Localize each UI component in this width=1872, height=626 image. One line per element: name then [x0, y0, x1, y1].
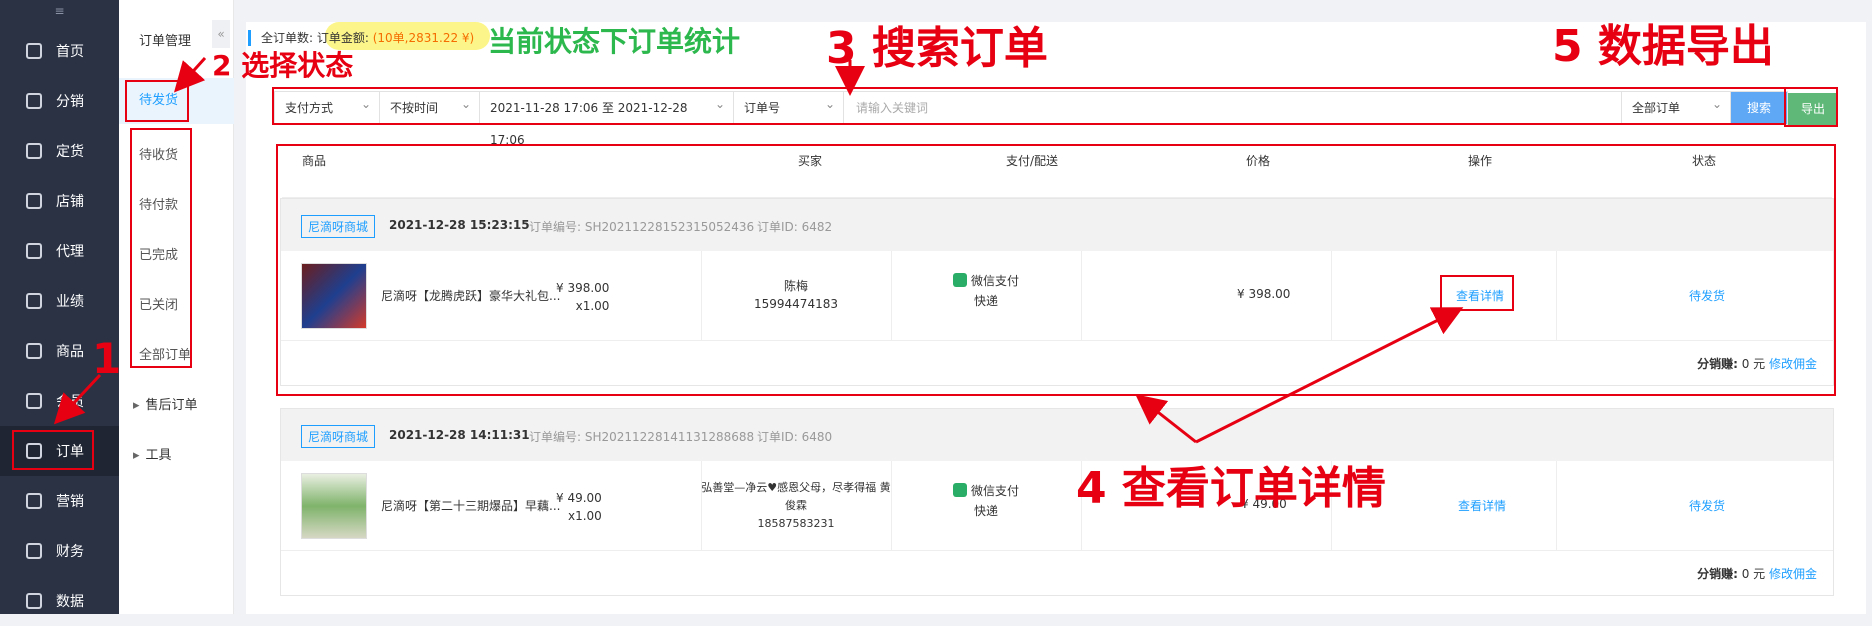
annotation-step-2: 2 选择状态 [212, 49, 354, 82]
annotation-stats-note: 当前状态下订单统计 [488, 25, 741, 58]
arrow-to-view-detail [1195, 307, 1464, 444]
arrow-to-order-list [1135, 394, 1197, 444]
annotation-step-5: 5 数据导出 [1552, 21, 1774, 72]
annotation-arrows [53, 56, 1464, 444]
annotation-step-4: 4 查看订单详情 [1076, 463, 1386, 514]
arrow-to-status [173, 56, 207, 93]
annotation-step-1: 1 [92, 334, 122, 383]
annotation-step-3: 3 搜索订单 [826, 23, 1048, 74]
